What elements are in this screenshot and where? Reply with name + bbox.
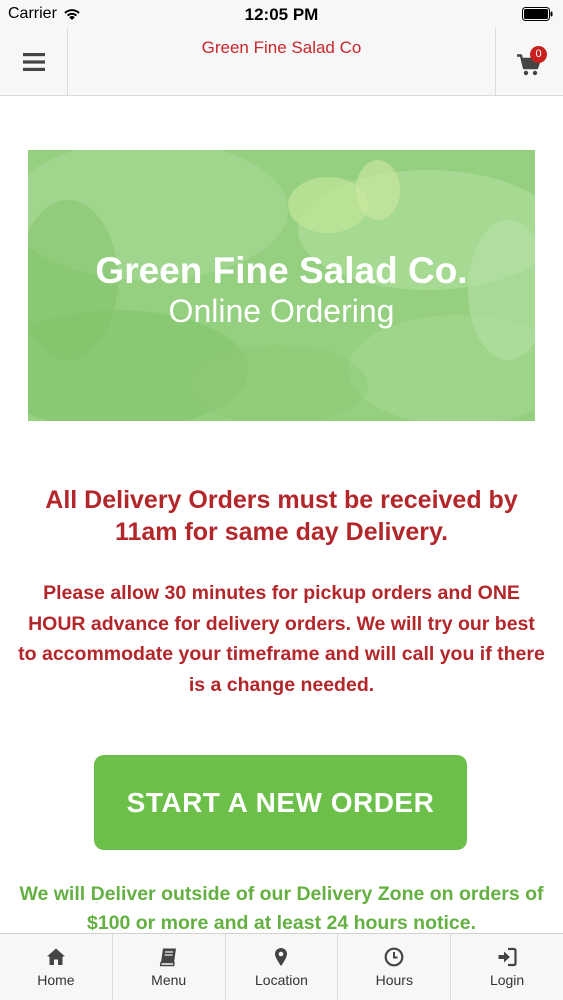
delivery-zone-note: We will Deliver outside of our Delivery … — [19, 883, 544, 934]
hamburger-icon — [22, 52, 45, 71]
bottom-tab-bar: Home Menu Location Hours Login — [0, 933, 563, 1000]
status-bar: Carrier 12:05 PM — [0, 0, 563, 28]
hero-banner: Green Fine Salad Co. Online Ordering — [28, 150, 535, 421]
order-timing-notice: Please allow 30 minutes for pickup order… — [18, 582, 545, 696]
banner-subtitle: Online Ordering — [168, 293, 395, 329]
tab-location[interactable]: Location — [226, 934, 339, 1000]
book-icon — [159, 948, 176, 967]
tab-login[interactable]: Login — [451, 934, 563, 1000]
banner-title: Green Fine Salad Co. — [95, 250, 468, 291]
battery-icon — [522, 7, 553, 21]
cart-button[interactable]: 0 — [495, 28, 563, 95]
delivery-deadline-notice: All Delivery Orders must be received by … — [45, 486, 518, 546]
start-new-order-button[interactable]: START A NEW ORDER — [94, 755, 467, 850]
tab-location-label: Location — [255, 972, 308, 988]
cart-count-badge: 0 — [530, 46, 547, 63]
tab-menu-label: Menu — [151, 972, 187, 988]
tab-hours-label: Hours — [375, 972, 413, 988]
tab-menu[interactable]: Menu — [113, 934, 226, 1000]
page-title: Green Fine Salad Co — [201, 38, 362, 57]
tab-home-label: Home — [37, 972, 75, 988]
tab-login-label: Login — [489, 972, 525, 988]
home-icon — [46, 948, 65, 965]
menu-button[interactable] — [0, 28, 68, 95]
tab-hours[interactable]: Hours — [338, 934, 452, 1000]
login-icon — [498, 947, 517, 967]
status-time: 12:05 PM — [244, 5, 319, 24]
clock-icon — [384, 947, 404, 967]
app-header: Green Fine Salad Co 0 — [0, 28, 563, 96]
map-pin-icon — [275, 948, 288, 966]
tab-home[interactable]: Home — [0, 934, 113, 1000]
